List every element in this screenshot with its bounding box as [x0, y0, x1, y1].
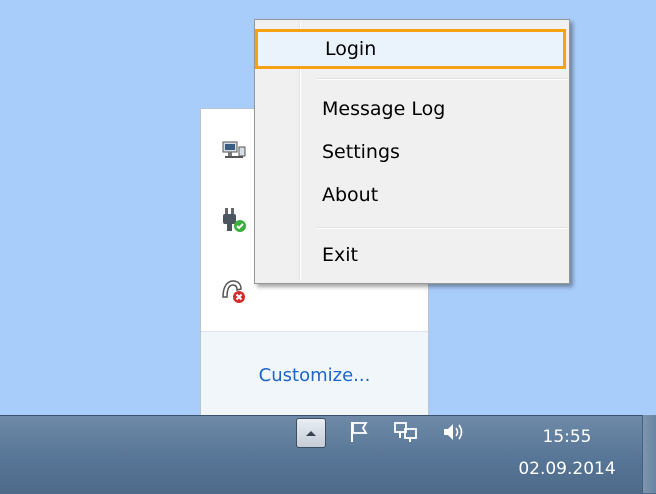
menu-item-about[interactable]: About: [258, 178, 566, 212]
phone-headset-error-icon[interactable]: [219, 275, 247, 305]
menu-item-settings[interactable]: Settings: [258, 135, 566, 169]
volume-icon[interactable]: [440, 418, 468, 446]
action-center-flag-icon[interactable]: [346, 418, 374, 446]
customize-link[interactable]: Customize...: [259, 365, 371, 386]
menu-item-label: Exit: [322, 244, 358, 266]
menu-item-exit[interactable]: Exit: [258, 238, 566, 272]
menu-separator: [317, 227, 567, 229]
network-icon[interactable]: [392, 418, 420, 446]
usb-plug-status-icon[interactable]: [219, 205, 247, 235]
menu-item-login[interactable]: Login: [255, 29, 566, 69]
clock-date: 02.09.2014: [518, 459, 616, 479]
menu-item-message-log[interactable]: Message Log: [258, 92, 566, 126]
clock-time: 15:55: [542, 427, 592, 447]
panel-footer: Customize...: [201, 331, 428, 418]
menu-item-label: About: [322, 184, 379, 206]
menu-item-label: Settings: [322, 141, 400, 163]
show-hidden-icons-button[interactable]: [296, 418, 326, 448]
menu-item-label: Message Log: [322, 98, 446, 120]
tray-context-menu: Login Message Log Settings About Exit: [254, 19, 570, 284]
network-adapter-icon[interactable]: [219, 139, 247, 169]
chevron-up-icon: [306, 431, 316, 436]
menu-item-label: Login: [325, 38, 377, 60]
show-desktop-button[interactable]: [642, 415, 656, 493]
menu-separator: [317, 78, 567, 80]
taskbar-clock[interactable]: 15:55 02.09.2014: [492, 427, 642, 479]
